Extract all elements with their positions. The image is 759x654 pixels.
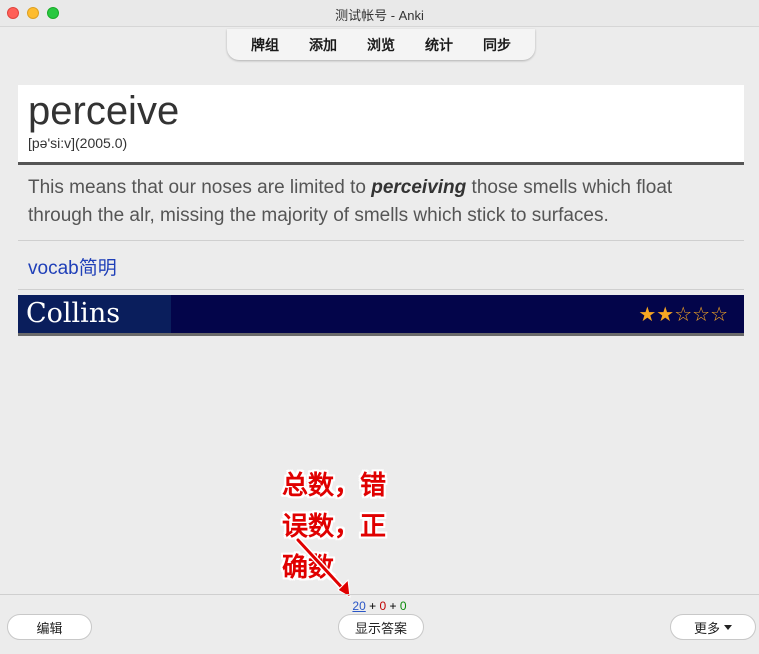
card-phonetic: [pə'si:v](2005.0) (28, 135, 128, 151)
vocab-link[interactable]: vocab简明 (28, 253, 117, 280)
toolbar-sync[interactable]: 同步 (468, 35, 526, 55)
learning-count: 0 (379, 599, 387, 613)
card-word: perceive (28, 89, 180, 133)
edit-button[interactable]: 编辑 (7, 614, 92, 640)
count-separator: + (369, 599, 377, 613)
toolbar-stats[interactable]: 统计 (410, 35, 468, 55)
divider (18, 240, 744, 241)
example-sentence: This means that our noses are limited to… (28, 174, 738, 230)
main-toolbar: 牌组 添加 浏览 统计 同步 (227, 29, 535, 60)
edit-button-label: 编辑 (36, 620, 63, 636)
title-bar: 测试帐号 - Anki (0, 0, 759, 27)
count-separator: + (389, 599, 397, 613)
show-answer-button[interactable]: 显示答案 (338, 614, 424, 640)
toolbar-decks[interactable]: 牌组 (236, 35, 294, 55)
bottom-divider (0, 594, 759, 595)
review-count: 0 (399, 599, 407, 613)
annotation-arrow-icon (295, 537, 351, 598)
show-answer-label: 显示答案 (354, 620, 407, 636)
new-count[interactable]: 20 (352, 599, 365, 613)
rating-stars-empty: ☆☆☆ (674, 304, 728, 326)
toolbar-add[interactable]: 添加 (294, 35, 352, 55)
window-title: 测试帐号 - Anki (335, 8, 424, 23)
toolbar-browse[interactable]: 浏览 (352, 35, 410, 55)
due-counts: 20 + 0 + 0 (0, 599, 759, 613)
sentence-before: This means that our noses are limited to (28, 177, 372, 198)
divider (18, 289, 744, 290)
rating-stars-filled: ★★ (638, 304, 675, 326)
card-header: perceive [pə'si:v](2005.0) (18, 85, 744, 165)
rating-stars: ★★☆☆☆ (638, 302, 728, 327)
collins-logo: Collins (26, 298, 121, 329)
more-button-label: 更多 (693, 620, 720, 636)
chevron-down-icon (724, 624, 732, 630)
sentence-emphasis: perceiving (371, 177, 467, 198)
collins-banner: Collins ★★☆☆☆ (18, 295, 744, 336)
more-button[interactable]: 更多 (670, 614, 756, 640)
